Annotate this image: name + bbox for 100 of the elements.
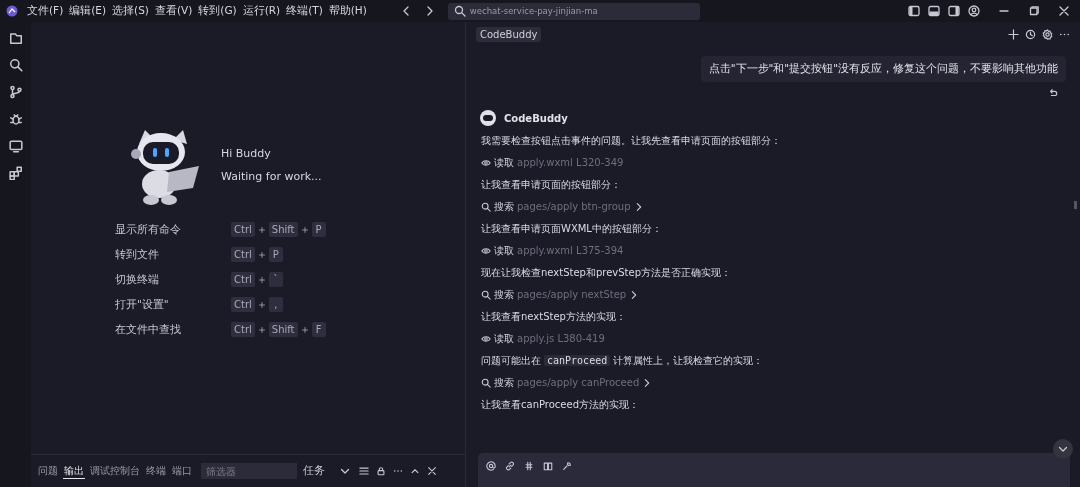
message-text: 现在让我检查nextStep和prevStep方法是否正确实现： bbox=[481, 266, 731, 279]
menu-item[interactable]: 选择(S) bbox=[109, 4, 152, 18]
status-text: Waiting for work... bbox=[221, 170, 322, 183]
task-dropdown[interactable]: 任务 bbox=[301, 463, 353, 479]
panel-tab[interactable]: 调试控制台 bbox=[89, 463, 141, 479]
book-icon[interactable] bbox=[543, 461, 553, 471]
search-icon bbox=[481, 289, 491, 300]
list-icon[interactable] bbox=[359, 466, 369, 476]
message-text: 让我查看申请页面WXML中的按钮部分： bbox=[481, 222, 662, 235]
eye-icon bbox=[481, 333, 491, 344]
tool-target[interactable]: pages/apply btn-group bbox=[517, 200, 631, 213]
user-message: 点击"下一步"和"提交按钮"没有反应，修复这个问题，不要影响其他功能 bbox=[700, 56, 1066, 82]
shortcut-label: 在文件中查找 bbox=[115, 322, 182, 337]
monitor-icon[interactable] bbox=[8, 139, 23, 153]
keycap: ` bbox=[268, 272, 283, 287]
keycap: F bbox=[311, 322, 326, 337]
tool-action: 读取 bbox=[494, 156, 514, 169]
plus-icon bbox=[258, 226, 265, 233]
keycap: Ctrl bbox=[231, 247, 255, 262]
menu-item[interactable]: 查看(V) bbox=[151, 4, 196, 18]
tool-action: 搜索 bbox=[494, 200, 514, 213]
tool-target[interactable]: apply.wxml L320-349 bbox=[517, 156, 624, 169]
keycap: P bbox=[311, 222, 326, 237]
scroll-down-button[interactable] bbox=[1053, 439, 1073, 459]
eye-icon bbox=[481, 157, 491, 168]
mention-icon[interactable] bbox=[486, 461, 496, 471]
chat-input[interactable] bbox=[478, 453, 1070, 487]
link-icon[interactable] bbox=[505, 461, 515, 471]
tool-target[interactable]: apply.wxml L375-394 bbox=[517, 244, 624, 257]
tool-icon[interactable] bbox=[562, 461, 572, 471]
message-text: 让我查看nextStep方法的实现： bbox=[481, 310, 626, 323]
menu-item[interactable]: 文件(F) bbox=[24, 4, 67, 18]
plus-icon bbox=[258, 326, 265, 333]
account-icon[interactable] bbox=[968, 5, 980, 17]
keycap: Ctrl bbox=[231, 222, 255, 237]
history-icon[interactable] bbox=[1025, 28, 1036, 40]
menu-item[interactable]: 运行(R) bbox=[239, 4, 284, 18]
search-icon bbox=[481, 377, 491, 388]
menu-item[interactable]: 编辑(E) bbox=[66, 4, 110, 18]
panel-tab[interactable]: 问题 bbox=[37, 463, 59, 479]
keycap: Ctrl bbox=[231, 272, 255, 287]
shortcut-label: 显示所有命令 bbox=[115, 222, 182, 237]
message-text: 让我查看申请页面的按钮部分： bbox=[481, 178, 621, 191]
panel-tab[interactable]: 终端 bbox=[145, 463, 167, 479]
tool-action: 读取 bbox=[494, 244, 514, 257]
panel-toggle-icon[interactable] bbox=[928, 5, 940, 17]
restore-icon[interactable] bbox=[1028, 5, 1040, 17]
chevron-up-icon[interactable] bbox=[410, 466, 420, 476]
tool-action: 读取 bbox=[494, 332, 514, 345]
menu-item[interactable]: 终端(T) bbox=[283, 4, 326, 18]
plus-icon bbox=[258, 276, 265, 283]
explorer-icon[interactable] bbox=[8, 31, 23, 45]
sidebar-toggle-icon[interactable] bbox=[908, 5, 920, 17]
keycap: , bbox=[268, 297, 283, 312]
debug-icon[interactable] bbox=[8, 112, 23, 126]
keycap: Ctrl bbox=[231, 322, 255, 337]
scrollbar-thumb[interactable] bbox=[1074, 201, 1077, 209]
message-text: 问题可能出在 canProceed 计算属性上，让我检查它的实现： bbox=[481, 354, 764, 367]
keycap: Shift bbox=[268, 322, 298, 337]
search-field[interactable]: wechat-service-pay-jinjian-ma bbox=[447, 2, 700, 20]
panel-tab[interactable]: 输出 bbox=[63, 463, 85, 479]
message-text: 让我查看canProceed方法的实现： bbox=[481, 398, 639, 411]
plus-icon bbox=[258, 301, 265, 308]
keycap: P bbox=[268, 247, 283, 262]
panel-tab[interactable]: 端口 bbox=[171, 463, 193, 479]
message-text: 我需要检查按钮点击事件的问题。让我先查看申请页面的按钮部分： bbox=[481, 134, 781, 147]
plus-icon bbox=[258, 251, 265, 258]
keycap: Shift bbox=[268, 222, 298, 237]
menu-item[interactable]: 转到(G) bbox=[195, 4, 240, 18]
secondary-sidebar-toggle-icon[interactable] bbox=[948, 5, 960, 17]
shortcut-label: 转到文件 bbox=[115, 247, 160, 262]
search-icon bbox=[453, 5, 466, 17]
search-text: wechat-service-pay-jinjian-ma bbox=[469, 6, 598, 16]
shortcut-label: 打开"设置" bbox=[115, 297, 170, 312]
search-icon bbox=[481, 201, 491, 212]
plus-icon bbox=[301, 226, 308, 233]
extensions-icon[interactable] bbox=[8, 166, 23, 180]
keycap: Ctrl bbox=[231, 297, 255, 312]
greeting-text: Hi Buddy bbox=[221, 147, 272, 160]
close-icon[interactable] bbox=[1058, 5, 1070, 17]
search-icon[interactable] bbox=[8, 58, 23, 72]
close-icon[interactable] bbox=[427, 466, 437, 476]
hash-icon[interactable] bbox=[524, 461, 534, 471]
filter-field[interactable]: 筛选器 bbox=[201, 463, 297, 479]
source-control-icon[interactable] bbox=[8, 85, 23, 99]
new-chat-icon[interactable] bbox=[1008, 28, 1019, 40]
settings-icon[interactable] bbox=[1042, 28, 1053, 40]
plus-icon bbox=[301, 326, 308, 333]
eye-icon bbox=[481, 245, 491, 256]
app-logo-icon bbox=[6, 5, 18, 17]
tool-target[interactable]: apply.js L380-419 bbox=[517, 332, 605, 345]
tool-target[interactable]: pages/apply nextStep bbox=[517, 288, 627, 301]
assistant-avatar bbox=[480, 110, 496, 126]
chat-tab[interactable]: CodeBuddy bbox=[476, 26, 542, 42]
undo-icon[interactable] bbox=[1048, 88, 1058, 98]
lock-icon[interactable] bbox=[376, 466, 386, 476]
shortcut-label: 切换终端 bbox=[115, 272, 160, 287]
tool-action: 搜索 bbox=[494, 288, 514, 301]
tool-target[interactable]: pages/apply canProceed bbox=[517, 376, 640, 389]
menu-item[interactable]: 帮助(H) bbox=[325, 4, 370, 18]
